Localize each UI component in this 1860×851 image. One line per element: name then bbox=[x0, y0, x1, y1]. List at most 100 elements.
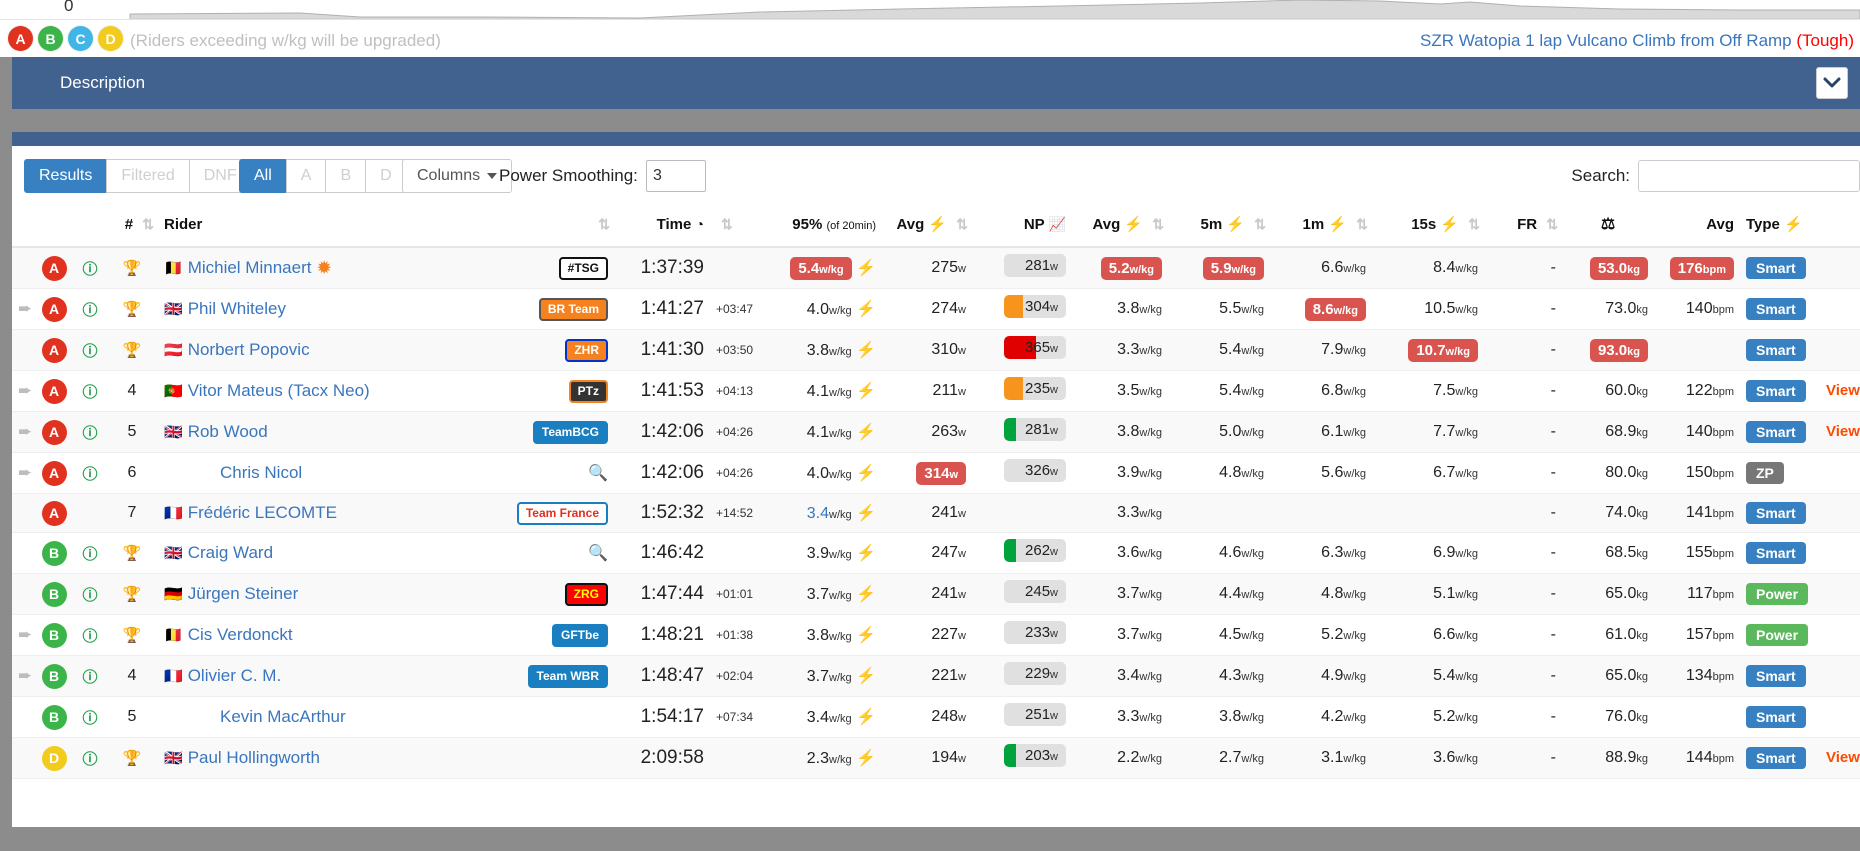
category-badge[interactable]: A bbox=[41, 419, 67, 445]
info-icon[interactable]: ⓘ bbox=[82, 302, 97, 319]
info-icon[interactable]: ⓘ bbox=[82, 466, 97, 483]
filter-cat-a[interactable]: A bbox=[285, 159, 327, 193]
team-tag[interactable]: Team WBR bbox=[527, 664, 608, 688]
rider-name-link[interactable]: Michiel Minnaert bbox=[188, 258, 312, 277]
category-badge-d[interactable]: D bbox=[98, 26, 123, 51]
category-badge[interactable]: A bbox=[41, 500, 67, 526]
th-fr[interactable]: FR ⇅ bbox=[1484, 204, 1562, 248]
table-row[interactable]: Bⓘ 🏆 🇬🇧 Craig Ward 🔍 1:46:42 3.9w/kg ⚡ 247w 262w… bbox=[12, 532, 1860, 574]
category-badge[interactable]: B bbox=[41, 581, 67, 607]
category-badge[interactable]: D bbox=[41, 745, 67, 771]
view-on-strava-link[interactable]: View on Strava bbox=[1826, 749, 1860, 766]
category-badge[interactable]: B bbox=[41, 704, 67, 730]
row-strava-cell: View on Strava bbox=[1820, 411, 1860, 453]
search-input[interactable] bbox=[1638, 160, 1860, 192]
team-tag[interactable]: Team France bbox=[516, 501, 608, 525]
team-tag[interactable]: TeamBCG bbox=[532, 420, 608, 444]
info-icon[interactable]: ⓘ bbox=[82, 628, 97, 645]
time-gap: +04:26 bbox=[716, 425, 754, 439]
category-badge[interactable]: A bbox=[41, 337, 67, 363]
info-icon[interactable]: ⓘ bbox=[82, 384, 97, 401]
filter-cat-b[interactable]: B bbox=[325, 159, 367, 193]
category-badge-b[interactable]: B bbox=[38, 26, 63, 51]
team-tag[interactable]: #TSG bbox=[558, 256, 608, 280]
category-badge[interactable]: A bbox=[41, 255, 67, 281]
rider-name-link[interactable]: Rob Wood bbox=[188, 422, 268, 441]
th-15s[interactable]: 15s ⚡ ⇅ bbox=[1372, 204, 1484, 248]
th-1m[interactable]: 1m ⚡ ⇅ bbox=[1270, 204, 1372, 248]
th-rank[interactable]: # ⇅ bbox=[106, 204, 158, 248]
th-rider[interactable]: Rider bbox=[158, 204, 488, 248]
team-tag[interactable]: BR Team bbox=[538, 297, 608, 321]
race-title[interactable]: SZR Watopia 1 lap Vulcano Climb from Off… bbox=[1420, 31, 1854, 51]
info-icon[interactable]: ⓘ bbox=[82, 710, 97, 727]
th-avg-wkg[interactable]: Avg ⚡ ⇅ bbox=[1072, 204, 1168, 248]
rider-name-link[interactable]: Phil Whiteley bbox=[188, 299, 286, 318]
search-icon[interactable]: 🔍 bbox=[588, 465, 608, 482]
rider-name-link[interactable]: Jürgen Steiner bbox=[188, 584, 299, 603]
info-icon[interactable]: ⓘ bbox=[82, 587, 97, 604]
category-badge[interactable]: B bbox=[41, 663, 67, 689]
table-row[interactable]: Dⓘ 🏆 🇬🇧 Paul Hollingworth 2:09:58 2.3w/kg ⚡ 19… bbox=[12, 737, 1860, 779]
tab-filtered[interactable]: Filtered bbox=[106, 159, 190, 193]
table-row[interactable]: Bⓘ 🏆 🇩🇪 Jürgen Steiner ZRG 1:47:44 +01:01 3.7w/… bbox=[12, 573, 1860, 615]
table-row[interactable]: ➨ Aⓘ 🏆 🇬🇧 Phil Whiteley BR Team 1:41:27 +03:47 4… bbox=[12, 288, 1860, 330]
category-badge[interactable]: B bbox=[41, 540, 67, 566]
table-row[interactable]: A 7 🇫🇷 Frédéric LECOMTE Team France 1:52:32 +1… bbox=[12, 493, 1860, 533]
view-on-strava-link[interactable]: View on Strava bbox=[1826, 382, 1860, 399]
team-tag[interactable]: PTz bbox=[568, 379, 608, 403]
view-on-strava-link[interactable]: View on Strava bbox=[1826, 423, 1860, 440]
team-tag[interactable]: ZRG bbox=[564, 582, 608, 606]
category-badge[interactable]: A bbox=[41, 378, 67, 404]
info-icon[interactable]: ⓘ bbox=[82, 546, 97, 563]
chevron-down-icon[interactable] bbox=[1816, 67, 1848, 99]
table-row[interactable]: ➨ Aⓘ 6 Chris Nicol 🔍 1:42:06 +04:26 4.0w/kg ⚡ 31… bbox=[12, 452, 1860, 494]
rider-name-link[interactable]: Craig Ward bbox=[188, 543, 273, 562]
category-badge[interactable]: A bbox=[41, 460, 67, 486]
rider-name-link[interactable]: Frédéric LECOMTE bbox=[188, 503, 337, 522]
filter-all[interactable]: All bbox=[239, 159, 287, 193]
category-badge-c[interactable]: C bbox=[68, 26, 93, 51]
table-row[interactable]: ➨ Aⓘ 5 🇬🇧 Rob Wood TeamBCG 1:42:06 +04:26 4.1w/k… bbox=[12, 411, 1860, 453]
category-badge[interactable]: B bbox=[41, 622, 67, 648]
arrow-right-icon[interactable]: ➨ bbox=[18, 381, 32, 400]
table-row[interactable]: ➨ Bⓘ 4 🇫🇷 Olivier C. M. Team WBR 1:48:47 +02:04… bbox=[12, 655, 1860, 697]
info-icon[interactable]: ⓘ bbox=[82, 261, 97, 278]
info-icon[interactable]: ⓘ bbox=[82, 425, 97, 442]
table-row[interactable]: Bⓘ 5 Kevin MacArthur 1:54:17 +07:34 3.4w/kg ⚡… bbox=[12, 696, 1860, 738]
table-row[interactable]: ➨ Aⓘ 4 🇵🇹 Vitor Mateus (Tacx Neo) PTz 1:41:53 +… bbox=[12, 370, 1860, 412]
info-icon[interactable]: ⓘ bbox=[82, 751, 97, 768]
rider-name-link[interactable]: Olivier C. M. bbox=[188, 666, 282, 685]
info-icon[interactable]: ⓘ bbox=[82, 343, 97, 360]
rider-name-link[interactable]: Paul Hollingworth bbox=[188, 748, 320, 767]
columns-dropdown-button[interactable]: Columns bbox=[402, 159, 513, 193]
search-icon[interactable]: 🔍 bbox=[588, 545, 608, 562]
filter-cat-d[interactable]: D bbox=[365, 159, 407, 193]
category-badge-a[interactable]: A bbox=[8, 26, 33, 51]
th-avg-watts[interactable]: Avg ⚡ ⇅ bbox=[882, 204, 972, 248]
arrow-right-icon[interactable]: ➨ bbox=[18, 463, 32, 482]
table-row[interactable]: Aⓘ 🏆 🇦🇹 Norbert Popovic ZHR 1:41:30 +03:50 3.8w… bbox=[12, 329, 1860, 371]
arrow-right-icon[interactable]: ➨ bbox=[18, 422, 32, 441]
arrow-right-icon[interactable]: ➨ bbox=[18, 299, 32, 318]
info-icon[interactable]: ⓘ bbox=[82, 669, 97, 686]
power-smoothing-input[interactable] bbox=[646, 160, 706, 192]
row-avg-watts-cell: 263w bbox=[882, 411, 972, 453]
arrow-right-icon[interactable]: ➨ bbox=[18, 666, 32, 685]
rider-name-link[interactable]: Cis Verdonckt bbox=[188, 625, 293, 644]
th-team[interactable]: ⇅ bbox=[488, 204, 614, 248]
rider-name-link[interactable]: Vitor Mateus (Tacx Neo) bbox=[188, 381, 370, 400]
th-gap[interactable]: ⇅ bbox=[710, 204, 772, 248]
arrow-right-icon[interactable]: ➨ bbox=[18, 625, 32, 644]
th-time[interactable]: Time ◔ bbox=[614, 204, 710, 248]
team-tag[interactable]: ZHR bbox=[565, 338, 608, 362]
tab-results[interactable]: Results bbox=[24, 159, 108, 193]
table-row[interactable]: Aⓘ 🏆 🇧🇪 Michiel Minnaert ✹ #TSG 1:37:39 5.4w/kg… bbox=[12, 247, 1860, 289]
th-5m[interactable]: 5m ⚡ ⇅ bbox=[1168, 204, 1270, 248]
category-badge[interactable]: A bbox=[41, 296, 67, 322]
rider-name-link[interactable]: Chris Nicol bbox=[220, 463, 302, 482]
rider-name-link[interactable]: Norbert Popovic bbox=[188, 340, 310, 359]
team-tag[interactable]: GFTbe bbox=[552, 623, 608, 647]
rider-name-link[interactable]: Kevin MacArthur bbox=[220, 707, 346, 726]
table-row[interactable]: ➨ Bⓘ 🏆 🇧🇪 Cis Verdonckt GFTbe 1:48:21 +01:38 3.8… bbox=[12, 614, 1860, 656]
